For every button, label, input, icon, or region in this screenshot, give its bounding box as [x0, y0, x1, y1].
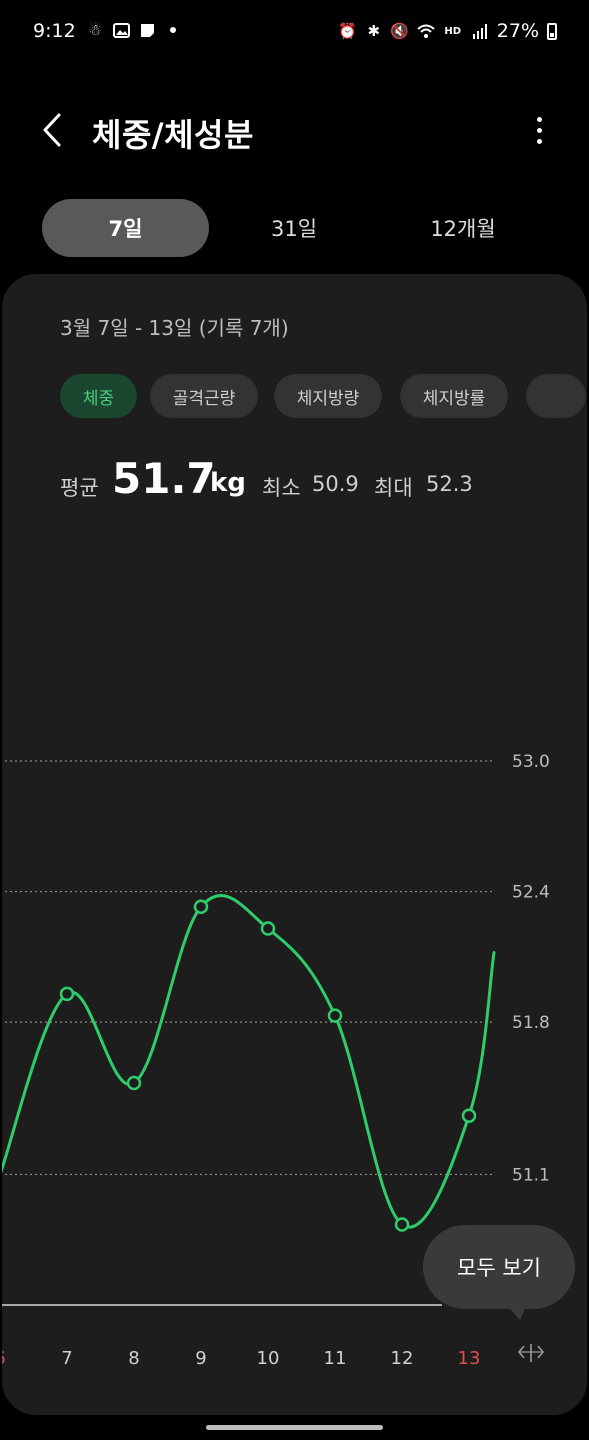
status-time: 9:12 [33, 20, 76, 42]
x-tick-label: 13 [458, 1348, 481, 1369]
y-tick-label: 53.0 [512, 752, 550, 772]
view-all-button[interactable]: 모두 보기 [423, 1225, 575, 1309]
tab-31-days[interactable]: 31일 [210, 199, 378, 257]
data-point [193, 899, 209, 915]
notification-icon: ☃ [88, 21, 102, 39]
data-point [59, 986, 75, 1002]
more-notifications-dot [170, 27, 176, 33]
battery-icon [547, 22, 557, 40]
view-all-tooltip-tail [500, 1298, 530, 1320]
data-point [461, 1108, 477, 1123]
status-left-icons: ☃ [86, 21, 176, 39]
signal-icon [471, 22, 489, 40]
more-dot-icon [536, 138, 542, 144]
page-title: 체중/체성분 [92, 116, 254, 154]
wifi-icon [417, 22, 435, 40]
scroll-horizontal-icon[interactable] [517, 1344, 545, 1362]
range-tabs: 7일 31일 12개월 [42, 199, 547, 257]
gallery-icon [112, 21, 130, 39]
hd-voice-icon: HD [444, 25, 462, 37]
data-point [327, 1008, 343, 1023]
x-tick-label: 6 [2, 1348, 6, 1369]
x-tick-label: 10 [257, 1348, 280, 1369]
status-right-icons: ⏰ ✱ 🔇 HD 27% [338, 20, 557, 42]
chevron-left-icon [43, 113, 61, 147]
weight-card: 3월 7일 - 13일 (기록 7개) 체중 골격근량 체지방량 체지방률 평균… [2, 274, 587, 1415]
more-options-button[interactable] [527, 110, 551, 150]
mute-icon: 🔇 [390, 22, 410, 40]
bluetooth-icon: ✱ [367, 22, 381, 40]
data-point [260, 921, 276, 936]
back-button[interactable] [30, 108, 74, 152]
x-tick-label: 9 [195, 1348, 206, 1369]
y-tick-label: 51.8 [512, 1013, 550, 1033]
tab-12-months[interactable]: 12개월 [379, 199, 547, 257]
data-point [126, 1075, 142, 1091]
x-tick-label: 8 [128, 1348, 139, 1369]
status-bar: 9:12 ☃ ⏰ ✱ 🔇 HD 27% [0, 0, 589, 64]
data-point [394, 1217, 410, 1232]
weight-series-line [2, 894, 496, 1229]
x-tick-label: 7 [61, 1348, 72, 1369]
x-tick-label: 11 [324, 1348, 347, 1369]
gesture-nav-handle[interactable] [206, 1425, 383, 1430]
note-icon [138, 21, 156, 39]
x-tick-label: 12 [391, 1348, 414, 1369]
more-dot-icon [536, 127, 542, 133]
tab-7-days[interactable]: 7일 [42, 199, 209, 257]
alarm-icon: ⏰ [338, 22, 358, 40]
y-tick-label: 51.1 [512, 1165, 550, 1185]
more-dot-icon [536, 116, 542, 122]
y-tick-label: 52.4 [512, 883, 550, 903]
battery-percent: 27% [496, 20, 539, 42]
app-bar: 체중/체성분 [0, 100, 589, 164]
